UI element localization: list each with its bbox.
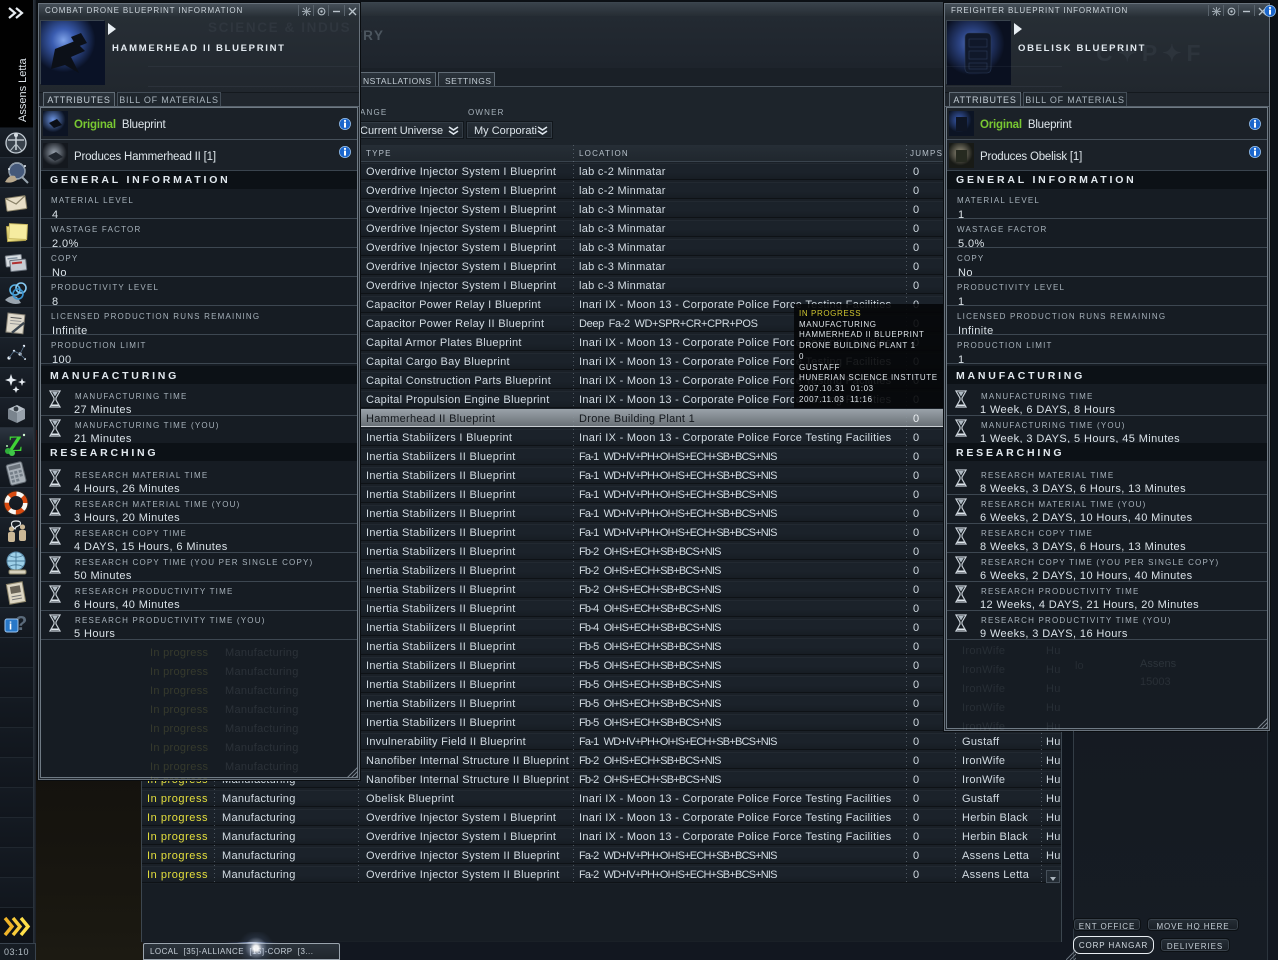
svg-text:i: i: [9, 620, 12, 632]
